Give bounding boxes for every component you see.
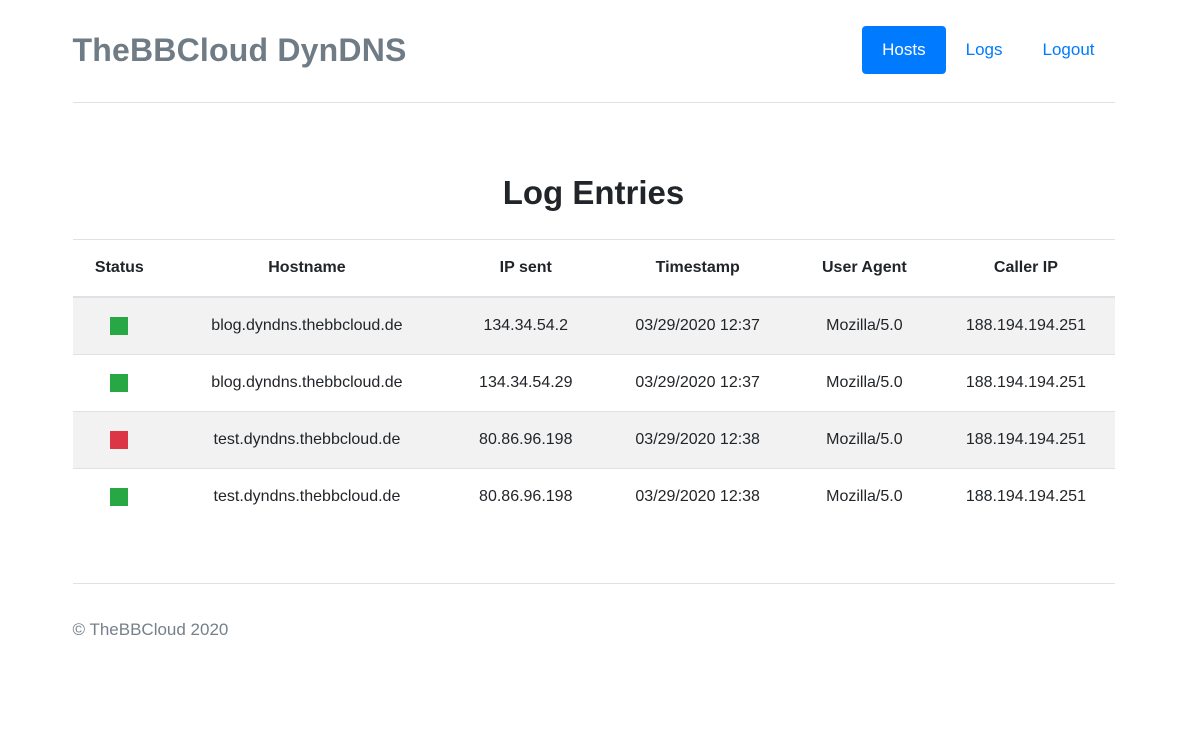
status-indicator-icon xyxy=(110,431,128,449)
timestamp-cell: 03/29/2020 12:38 xyxy=(604,469,792,526)
main-nav: Hosts Logs Logout xyxy=(862,26,1114,74)
user-agent-cell: Mozilla/5.0 xyxy=(791,297,937,355)
status-indicator-icon xyxy=(110,374,128,392)
log-entries-table: Status Hostname IP sent Timestamp User A… xyxy=(73,239,1115,525)
hostname-cell: blog.dyndns.thebbcloud.de xyxy=(166,355,447,412)
column-header-user-agent: User Agent xyxy=(791,240,937,298)
column-header-timestamp: Timestamp xyxy=(604,240,792,298)
status-cell xyxy=(73,469,167,526)
hostname-cell: test.dyndns.thebbcloud.de xyxy=(166,412,447,469)
column-header-status: Status xyxy=(73,240,167,298)
column-header-ip-sent: IP sent xyxy=(448,240,604,298)
column-header-hostname: Hostname xyxy=(166,240,447,298)
user-agent-cell: Mozilla/5.0 xyxy=(791,355,937,412)
status-indicator-icon xyxy=(110,317,128,335)
timestamp-cell: 03/29/2020 12:37 xyxy=(604,297,792,355)
brand-title: TheBBCloud DynDNS xyxy=(73,32,407,69)
page-header: TheBBCloud DynDNS Hosts Logs Logout xyxy=(73,0,1115,103)
table-body: blog.dyndns.thebbcloud.de 134.34.54.2 03… xyxy=(73,297,1115,525)
table-row: test.dyndns.thebbcloud.de 80.86.96.198 0… xyxy=(73,412,1115,469)
hostname-cell: blog.dyndns.thebbcloud.de xyxy=(166,297,447,355)
table-row: test.dyndns.thebbcloud.de 80.86.96.198 0… xyxy=(73,469,1115,526)
timestamp-cell: 03/29/2020 12:37 xyxy=(604,355,792,412)
timestamp-cell: 03/29/2020 12:38 xyxy=(604,412,792,469)
nav-item-logs[interactable]: Logs xyxy=(946,26,1023,74)
ip-sent-cell: 134.34.54.2 xyxy=(448,297,604,355)
page-title: Log Entries xyxy=(73,173,1115,213)
main-content: Log Entries Status Hostname IP sent Time… xyxy=(73,173,1115,525)
page-footer: © TheBBCloud 2020 xyxy=(73,583,1115,680)
caller-ip-cell: 188.194.194.251 xyxy=(937,469,1114,526)
table-row: blog.dyndns.thebbcloud.de 134.34.54.29 0… xyxy=(73,355,1115,412)
status-cell xyxy=(73,297,167,355)
status-cell xyxy=(73,355,167,412)
table-header: Status Hostname IP sent Timestamp User A… xyxy=(73,240,1115,298)
column-header-caller-ip: Caller IP xyxy=(937,240,1114,298)
nav-item-hosts[interactable]: Hosts xyxy=(862,26,945,74)
hostname-cell: test.dyndns.thebbcloud.de xyxy=(166,469,447,526)
ip-sent-cell: 80.86.96.198 xyxy=(448,412,604,469)
caller-ip-cell: 188.194.194.251 xyxy=(937,355,1114,412)
ip-sent-cell: 80.86.96.198 xyxy=(448,469,604,526)
user-agent-cell: Mozilla/5.0 xyxy=(791,412,937,469)
ip-sent-cell: 134.34.54.29 xyxy=(448,355,604,412)
copyright-text: © TheBBCloud 2020 xyxy=(73,620,1115,640)
status-indicator-icon xyxy=(110,488,128,506)
nav-item-logout[interactable]: Logout xyxy=(1023,26,1115,74)
user-agent-cell: Mozilla/5.0 xyxy=(791,469,937,526)
caller-ip-cell: 188.194.194.251 xyxy=(937,297,1114,355)
table-row: blog.dyndns.thebbcloud.de 134.34.54.2 03… xyxy=(73,297,1115,355)
status-cell xyxy=(73,412,167,469)
caller-ip-cell: 188.194.194.251 xyxy=(937,412,1114,469)
